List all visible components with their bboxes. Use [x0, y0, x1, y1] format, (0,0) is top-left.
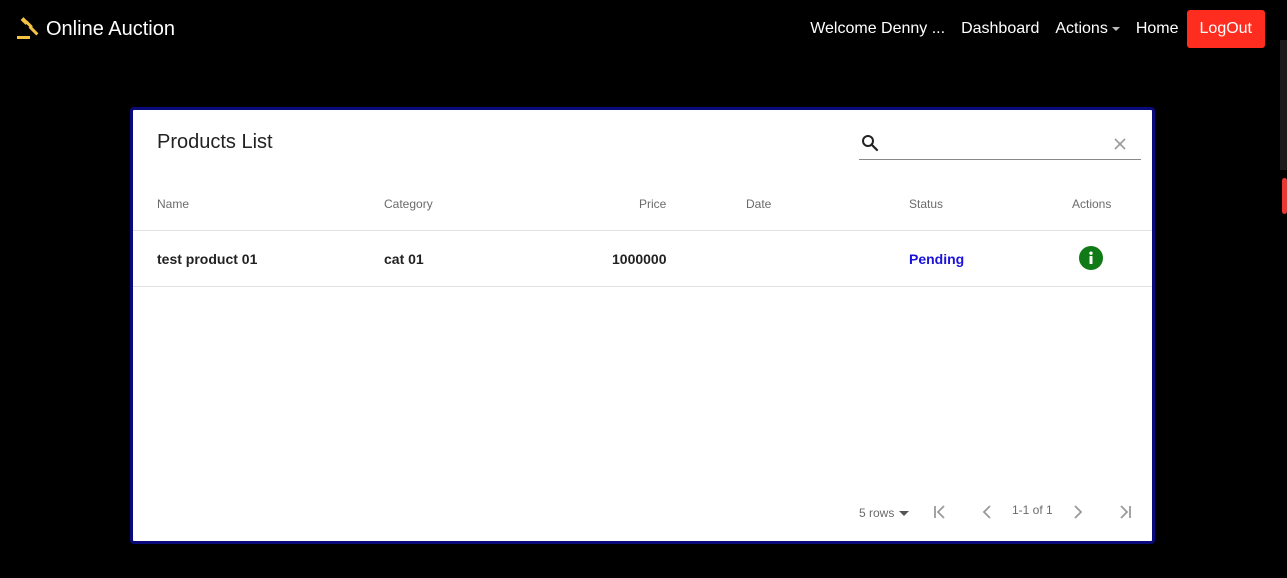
nav-home-link[interactable]: Home	[1128, 20, 1187, 38]
scrollbar-marker	[1282, 178, 1287, 214]
nav-actions-dropdown[interactable]: Actions	[1047, 20, 1127, 38]
rows-per-page-select[interactable]: 5 rows	[859, 503, 910, 523]
caret-down-icon	[899, 510, 910, 516]
cell-category: cat 01	[384, 251, 424, 267]
column-header-status[interactable]: Status	[909, 197, 943, 211]
gavel-icon	[16, 17, 40, 41]
first-page-icon[interactable]	[928, 500, 952, 524]
divider	[133, 286, 1152, 287]
page-range: 1-1 of 1	[1012, 503, 1053, 517]
search-input[interactable]	[887, 131, 1111, 157]
rows-per-page-value: 5 rows	[859, 506, 895, 520]
column-header-price[interactable]: Price	[639, 197, 666, 211]
column-header-actions: Actions	[1072, 197, 1112, 211]
caret-down-icon	[1111, 26, 1120, 31]
info-icon[interactable]	[1079, 246, 1103, 270]
brand-title: Online Auction	[46, 17, 175, 40]
products-card: Products List Name Category Price Date S…	[130, 107, 1155, 544]
page-title: Products List	[157, 131, 273, 153]
nav-actions-label: Actions	[1055, 20, 1108, 37]
search-box	[859, 129, 1141, 160]
column-header-date[interactable]: Date	[746, 197, 771, 211]
welcome-user[interactable]: Welcome Denny ...	[802, 20, 953, 38]
logout-button[interactable]: LogOut	[1186, 10, 1265, 48]
search-icon	[861, 134, 879, 152]
brand[interactable]: Online Auction	[16, 12, 175, 46]
column-header-name[interactable]: Name	[157, 197, 189, 211]
scrollbar-track[interactable]	[1280, 40, 1287, 170]
navbar: Online Auction Welcome Denny ... Dashboa…	[0, 0, 1287, 58]
status-badge: Pending	[909, 251, 965, 267]
cell-price: 1000000	[612, 251, 667, 267]
nav-menu: Welcome Denny ... Dashboard Actions Home…	[802, 10, 1265, 48]
close-icon[interactable]	[1113, 137, 1127, 151]
last-page-icon[interactable]	[1113, 500, 1137, 524]
table-row: test product 01 cat 01 1000000 Pending	[133, 231, 1152, 286]
cell-name: test product 01	[157, 251, 258, 267]
nav-dashboard-link[interactable]: Dashboard	[953, 20, 1047, 38]
prev-page-icon[interactable]	[976, 500, 1000, 524]
next-page-icon[interactable]	[1065, 500, 1089, 524]
column-header-category[interactable]: Category	[384, 197, 433, 211]
